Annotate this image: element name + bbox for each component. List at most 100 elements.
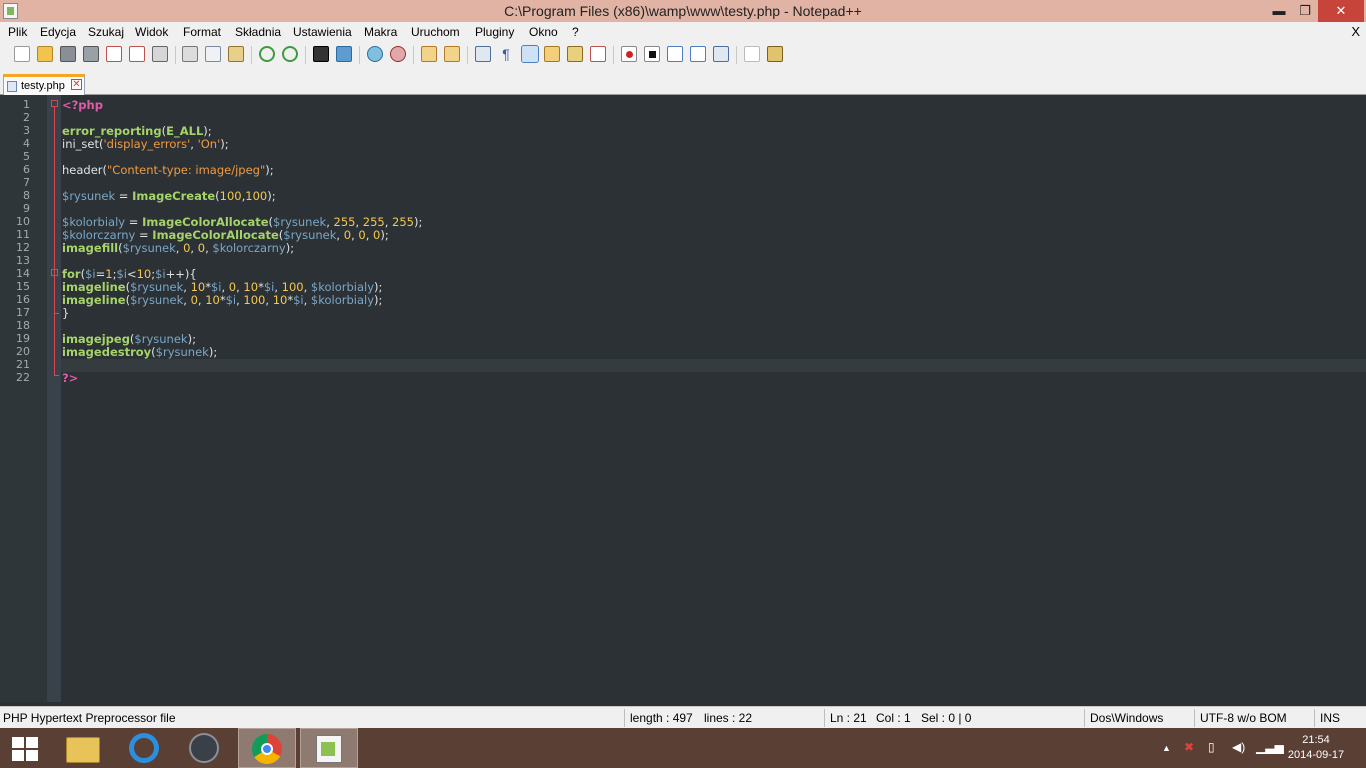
menu-ustawienia[interactable]: Ustawienia — [293, 25, 352, 39]
code-line: imagedestroy($rysunek); — [62, 345, 218, 359]
menu-bar: Plik Edycja Szukaj Widok Format Składnia… — [0, 22, 1366, 42]
device-icon[interactable]: ▯ — [1208, 740, 1215, 754]
undo-icon[interactable] — [259, 46, 275, 62]
toolbar-separator — [736, 46, 737, 64]
indent-guide-icon[interactable] — [521, 45, 539, 63]
line-number: 12 — [16, 241, 30, 254]
network-warning-icon[interactable]: ✖ — [1184, 740, 1194, 754]
tab-testy-php[interactable]: testy.php ✕ — [3, 74, 85, 95]
system-clock[interactable]: 21:54 2014-09-17 — [1286, 733, 1346, 763]
run-macro-multiple-icon[interactable] — [690, 46, 706, 62]
sync-vertical-icon[interactable] — [421, 46, 437, 62]
close-window-button[interactable]: ✕ — [1318, 0, 1364, 22]
status-file-type: PHP Hypertext Preprocessor file — [3, 711, 176, 725]
word-wrap-icon[interactable] — [475, 46, 491, 62]
save-all-icon[interactable] — [83, 46, 99, 62]
paste-icon[interactable] — [228, 46, 244, 62]
signal-icon[interactable]: ▁▃▅ — [1256, 740, 1284, 754]
code-line: $rysunek = ImageCreate(100,100); — [62, 189, 276, 203]
open-file-icon[interactable] — [37, 46, 53, 62]
menu-uruchom[interactable]: Uruchom — [411, 25, 460, 39]
toolbar-separator — [613, 46, 614, 64]
toolbar-separator — [413, 46, 414, 64]
code-line: imageline($rysunek, 0, 10*$i, 100, 10*$i… — [62, 293, 383, 307]
line-number: 3 — [23, 124, 30, 137]
volume-icon[interactable]: ◀) — [1232, 740, 1245, 754]
menu-widok[interactable]: Widok — [135, 25, 168, 39]
code-line: imagejpeg($rysunek); — [62, 332, 196, 346]
chrome-icon[interactable] — [238, 728, 296, 768]
file-explorer-icon[interactable] — [54, 728, 112, 768]
notepadpp-icon[interactable] — [300, 728, 358, 768]
save-macro-icon[interactable] — [713, 46, 729, 62]
copy-icon[interactable] — [205, 46, 221, 62]
record-macro-icon[interactable] — [621, 46, 637, 62]
status-eol: Dos\Windows — [1090, 711, 1164, 725]
spell-check-icon[interactable] — [744, 46, 760, 62]
redo-icon[interactable] — [282, 46, 298, 62]
media-app-icon[interactable] — [176, 728, 234, 768]
close-all-icon[interactable] — [129, 46, 145, 62]
tray-expand-icon[interactable]: ▲ — [1162, 743, 1171, 753]
internet-explorer-icon[interactable] — [115, 728, 173, 768]
close-document-button[interactable]: X — [1351, 24, 1360, 39]
status-col: Col : 1 — [876, 711, 911, 725]
status-length: length : 497 — [630, 711, 693, 725]
cut-icon[interactable] — [182, 46, 198, 62]
code-line: $kolorbialy = ImageColorAllocate($rysune… — [62, 215, 423, 229]
plugin-icon[interactable] — [767, 46, 783, 62]
new-file-icon[interactable] — [14, 46, 30, 62]
fold-toggle-icon[interactable] — [51, 100, 58, 107]
line-number: 13 — [16, 254, 30, 267]
fold-margin[interactable] — [47, 95, 61, 702]
menu-edycja[interactable]: Edycja — [40, 25, 76, 39]
zoom-out-icon[interactable] — [390, 46, 406, 62]
status-insert-mode: INS — [1320, 711, 1341, 725]
line-number: 9 — [23, 202, 30, 215]
menu-plik[interactable]: Plik — [8, 25, 27, 39]
menu-skladnia[interactable]: Składnia — [235, 25, 281, 39]
tab-bar: testy.php ✕ — [0, 68, 1366, 95]
line-number: 7 — [23, 176, 30, 189]
menu-makra[interactable]: Makra — [364, 25, 397, 39]
code-line: ini_set('display_errors', 'On'); — [62, 137, 229, 151]
status-separator — [1084, 709, 1085, 727]
close-icon[interactable] — [106, 46, 122, 62]
function-list-icon[interactable] — [590, 46, 606, 62]
line-number: 8 — [23, 189, 30, 202]
fold-end-marker — [54, 375, 59, 376]
fold-toggle-icon[interactable] — [51, 269, 58, 276]
line-number: 18 — [16, 319, 30, 332]
menu-szukaj[interactable]: Szukaj — [88, 25, 124, 39]
show-all-chars-icon[interactable]: ¶ — [498, 46, 514, 62]
line-number: 16 — [16, 293, 30, 306]
minimize-button[interactable]: ▬ — [1266, 0, 1292, 22]
menu-pluginy[interactable]: Pluginy — [475, 25, 514, 39]
print-icon[interactable] — [152, 46, 168, 62]
line-number: 20 — [16, 345, 30, 358]
php-file-icon — [7, 81, 17, 92]
status-separator — [1314, 709, 1315, 727]
fold-end-marker — [54, 313, 59, 314]
window-title: C:\Program Files (x86)\wamp\www\testy.ph… — [504, 3, 862, 19]
doc-map-icon[interactable] — [567, 46, 583, 62]
play-macro-icon[interactable] — [667, 46, 683, 62]
menu-format[interactable]: Format — [183, 25, 221, 39]
menu-okno[interactable]: Okno — [529, 25, 558, 39]
sync-horizontal-icon[interactable] — [444, 46, 460, 62]
zoom-in-icon[interactable] — [367, 46, 383, 62]
start-button[interactable] — [12, 737, 38, 761]
replace-icon[interactable] — [336, 46, 352, 62]
code-editor[interactable]: 1 2 3 4 5 6 7 8 9 10 11 12 13 14 15 16 1… — [0, 95, 1366, 702]
stop-macro-icon[interactable] — [644, 46, 660, 62]
code-line: header("Content-type: image/jpeg"); — [62, 163, 274, 177]
tab-close-icon[interactable]: ✕ — [71, 79, 82, 90]
toolbar-separator — [305, 46, 306, 64]
maximize-button[interactable]: ❐ — [1292, 0, 1318, 22]
find-icon[interactable] — [313, 46, 329, 62]
toolbar: ¶ — [0, 42, 1366, 68]
save-icon[interactable] — [60, 46, 76, 62]
user-lang-icon[interactable] — [544, 46, 560, 62]
menu-help[interactable]: ? — [572, 25, 579, 39]
toolbar-separator — [175, 46, 176, 64]
